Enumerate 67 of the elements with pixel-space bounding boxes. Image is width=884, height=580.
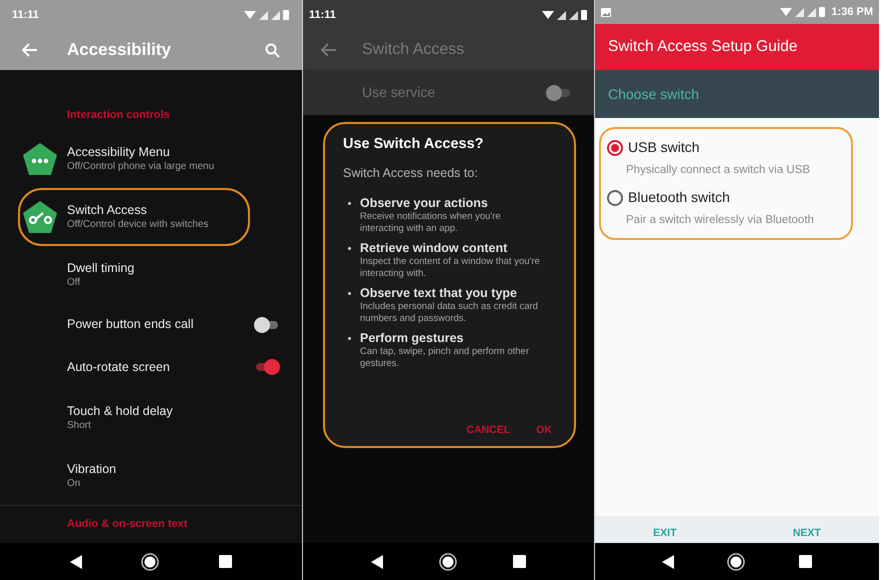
dots-pentagon-icon — [22, 142, 58, 176]
section-header: Interaction controls — [67, 108, 170, 123]
item-title: Accessibility Menu — [67, 144, 171, 160]
bullet-icon — [348, 202, 351, 204]
permission-description: Receive notifications when you're interacting with an app. — [360, 210, 502, 234]
status-time: 11:11 — [309, 8, 336, 23]
home-icon[interactable] — [727, 552, 746, 570]
header-title: Switch Access Setup Guide — [608, 37, 798, 58]
switch-option[interactable]: Bluetooth switch Pair a switch wirelessly via Bluetooth — [607, 187, 845, 230]
option-title: USB switch — [628, 138, 700, 157]
permission-description: Includes personal data such as credit card numbers and passwords. — [360, 300, 539, 324]
home-icon[interactable] — [439, 552, 457, 570]
permission-title: Observe text that you type — [360, 284, 518, 300]
option-description: Physically connect a switch via USB — [626, 163, 812, 178]
back-icon[interactable] — [70, 554, 82, 568]
status-icons — [542, 9, 588, 21]
status-time: 1:36 PM — [831, 4, 873, 20]
item-summary: Off — [67, 276, 82, 290]
bullet-icon — [348, 246, 351, 250]
option-title: Bluetooth switch — [628, 188, 730, 208]
search-icon[interactable] — [265, 42, 280, 58]
recents-icon[interactable] — [219, 555, 232, 568]
switch-option[interactable]: USB switch Physically connect a switch via USB — [607, 137, 845, 180]
settings-item[interactable]: Dwell timing Off — [0, 246, 302, 304]
radio-button[interactable] — [607, 190, 623, 206]
radio-button[interactable] — [607, 140, 623, 156]
toolbar-title: Switch Access — [362, 40, 464, 60]
permission-description: Inspect the content of a window that you're interacting with. — [360, 256, 541, 280]
permission-description: Can tap, swipe, pinch and perform other gestures. — [360, 346, 530, 370]
item-title: Vibration — [67, 461, 118, 477]
item-summary: Off/Control device with switches — [67, 218, 209, 232]
item-title: Switch Access — [67, 202, 148, 218]
status-icons — [780, 6, 826, 18]
status-time: 11:11 — [12, 8, 39, 23]
item-summary: Short — [67, 419, 92, 433]
switch-pentagon-icon — [22, 200, 58, 234]
step-title: Choose switch — [608, 84, 700, 104]
permission-title: Retrieve window content — [360, 240, 508, 256]
item-title: Power button ends call — [67, 316, 194, 334]
permission-title: Observe your actions — [360, 194, 489, 210]
back-arrow-icon[interactable] — [321, 43, 337, 57]
section-header: Audio & on-screen text — [67, 517, 188, 532]
settings-item[interactable]: Touch & hold delay Short — [0, 389, 302, 447]
image-notification-icon — [601, 8, 611, 16]
option-description: Pair a switch wirelessly via Bluetooth — [626, 213, 815, 228]
settings-item[interactable]: Vibration On — [0, 447, 302, 505]
home-icon[interactable] — [141, 552, 160, 570]
dialog-title: Use Switch Access? — [343, 135, 484, 154]
toolbar-title: Accessibility — [67, 39, 172, 62]
bullet-icon — [348, 292, 351, 294]
item-title: Auto-rotate screen — [67, 358, 171, 376]
toggle-switch[interactable] — [254, 316, 280, 332]
settings-item[interactable]: Switch Access Off/Control device with switches — [18, 188, 250, 246]
item-title: Dwell timing — [67, 260, 136, 276]
recents-icon[interactable] — [799, 555, 812, 568]
toggle-switch[interactable] — [254, 359, 280, 375]
item-summary: Off/Control phone via large menu — [67, 160, 214, 174]
permission-title: Perform gestures — [360, 330, 465, 346]
back-icon[interactable] — [371, 554, 383, 568]
item-summary: On — [67, 477, 82, 491]
item-title: Touch & hold delay — [67, 403, 174, 419]
settings-item[interactable]: Accessibility Menu Off/Control phone via large menu — [18, 130, 250, 188]
dialog-intro: Switch Access needs to: — [343, 164, 479, 182]
status-icons — [244, 9, 290, 21]
bullet-icon — [348, 336, 351, 340]
back-icon[interactable] — [662, 554, 674, 568]
service-label: Use service — [362, 83, 436, 102]
